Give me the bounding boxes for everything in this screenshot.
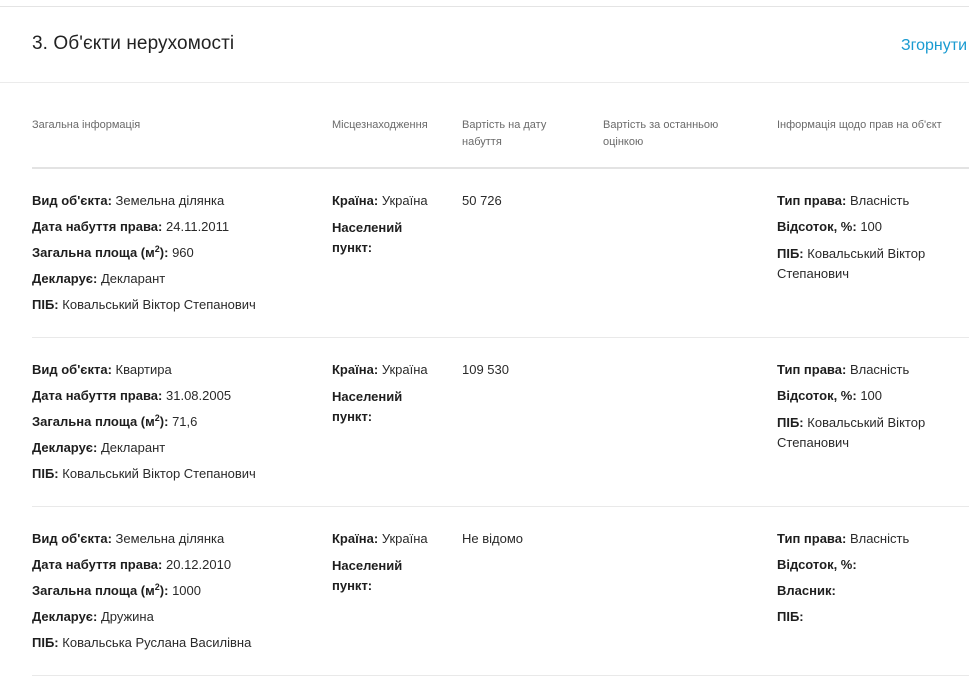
area-line: Загальна площа (м2): 71,6 [32,413,198,430]
name-line: ПІБ: Ковальська Руслана Василівна [32,635,252,650]
column-header-last-valuation: Вартість за останньою оцінкою [603,119,719,148]
object-type-value: Квартира [115,362,172,377]
acquisition-cost-value: Не відомо [462,531,524,546]
acquisition-cost-cell: 50 726 [462,192,592,218]
name-value: Ковальська Руслана Василівна [62,635,252,650]
declares-value: Декларант [100,271,166,286]
country-value: Україна [381,193,428,208]
acquisition-cost-value: 109 530 [462,362,509,377]
general-info-cell: Вид об'єкта: Земельна ділянка Дата набут… [32,192,322,322]
right-type-line: Тип права: Власність [777,193,910,208]
location-cell: Країна: Україна Населений пункт: [332,192,442,266]
acquisition-cost-cell: 109 530 [462,361,592,387]
column-header-rights-info: Інформація щодо прав на об'єкт [777,119,942,131]
right-type-value: Власність [849,193,910,208]
acquire-date-line: Дата набуття права: 31.08.2005 [32,388,232,403]
declares-line: Декларує: Декларант [32,440,166,455]
acquire-date-line: Дата набуття права: 20.12.2010 [32,557,232,572]
declares-line: Декларує: Дружина [32,609,154,624]
area-value: 1000 [172,583,201,598]
declares-line: Декларує: Декларант [32,271,166,286]
right-name-line: ПІБ: Ковальський Віктор Степанович [777,415,926,450]
location-cell: Країна: Україна Населений пункт: [332,530,442,604]
country-value: Україна [381,362,428,377]
country-line: Країна: Україна [332,362,428,377]
settlement-line: Населений пункт: [332,389,403,424]
acquisition-cost-value: 50 726 [462,193,502,208]
column-header-acquisition-cost: Вартість на дату набуття [462,119,547,148]
percent-line: Відсоток, %: 100 [777,388,883,403]
right-name-line: ПІБ: Ковальський Віктор Степанович [777,246,926,281]
settlement-line: Населений пункт: [332,220,403,255]
declares-value: Дружина [100,609,154,624]
area-line: Загальна площа (м2): 1000 [32,582,201,599]
location-cell: Країна: Україна Населений пункт: [332,361,442,435]
table-row: Вид об'єкта: Земельна ділянка Дата набут… [0,169,969,338]
percent-line: Відсоток, %: 100 [777,219,883,234]
declares-value: Декларант [100,440,166,455]
collapse-link[interactable]: Згорнути [901,37,967,55]
table-row: Вид об'єкта: Земельна ділянка Дата набут… [0,507,969,676]
acquire-date-value: 31.08.2005 [166,388,232,403]
name-value: Ковальський Віктор Степанович [62,297,256,312]
object-type-line: Вид об'єкта: Земельна ділянка [32,193,225,208]
percent-line: Відсоток, %: [777,557,857,572]
area-line: Загальна площа (м2): 960 [32,244,194,261]
table-row: Вид об'єкта: Квартира Дата набуття права… [0,338,969,507]
column-header-general-info: Загальна інформація [32,119,141,131]
section-title: 3. Об'єкти нерухомості [32,33,235,54]
percent-value: 100 [860,388,883,403]
percent-value: 100 [860,219,883,234]
country-value: Україна [381,531,428,546]
area-value: 960 [172,245,194,260]
row-divider [32,675,969,676]
acquire-date-value: 20.12.2010 [166,557,232,572]
settlement-line: Населений пункт: [332,558,403,593]
right-type-value: Власність [849,362,910,377]
acquisition-cost-cell: Не відомо [462,530,592,556]
object-type-line: Вид об'єкта: Квартира [32,362,172,377]
object-type-value: Земельна ділянка [115,531,225,546]
right-type-line: Тип права: Власність [777,531,910,546]
general-info-cell: Вид об'єкта: Квартира Дата набуття права… [32,361,322,491]
rights-info-cell: Тип права: Власність Відсоток, %: Власни… [777,530,967,634]
country-line: Країна: Україна [332,193,428,208]
object-type-value: Земельна ділянка [115,193,225,208]
rights-info-cell: Тип права: Власність Відсоток, %: 100 ПІ… [777,361,967,461]
area-value: 71,6 [172,414,198,429]
top-border [0,6,969,7]
owner-line: Власник: [777,583,836,598]
general-info-cell: Вид об'єкта: Земельна ділянка Дата набут… [32,530,322,660]
column-header-location: Місцезнаходження [332,119,428,131]
right-type-line: Тип права: Власність [777,362,910,377]
country-line: Країна: Україна [332,531,428,546]
rights-info-cell: Тип права: Власність Відсоток, %: 100 ПІ… [777,192,967,292]
right-type-value: Власність [849,531,910,546]
acquire-date-line: Дата набуття права: 24.11.2011 [32,219,230,234]
object-type-line: Вид об'єкта: Земельна ділянка [32,531,225,546]
title-divider [0,82,969,83]
right-name-line: ПІБ: [777,609,804,624]
name-value: Ковальський Віктор Степанович [62,466,256,481]
acquire-date-value: 24.11.2011 [166,219,230,234]
name-line: ПІБ: Ковальський Віктор Степанович [32,297,256,312]
name-line: ПІБ: Ковальський Віктор Степанович [32,466,256,481]
